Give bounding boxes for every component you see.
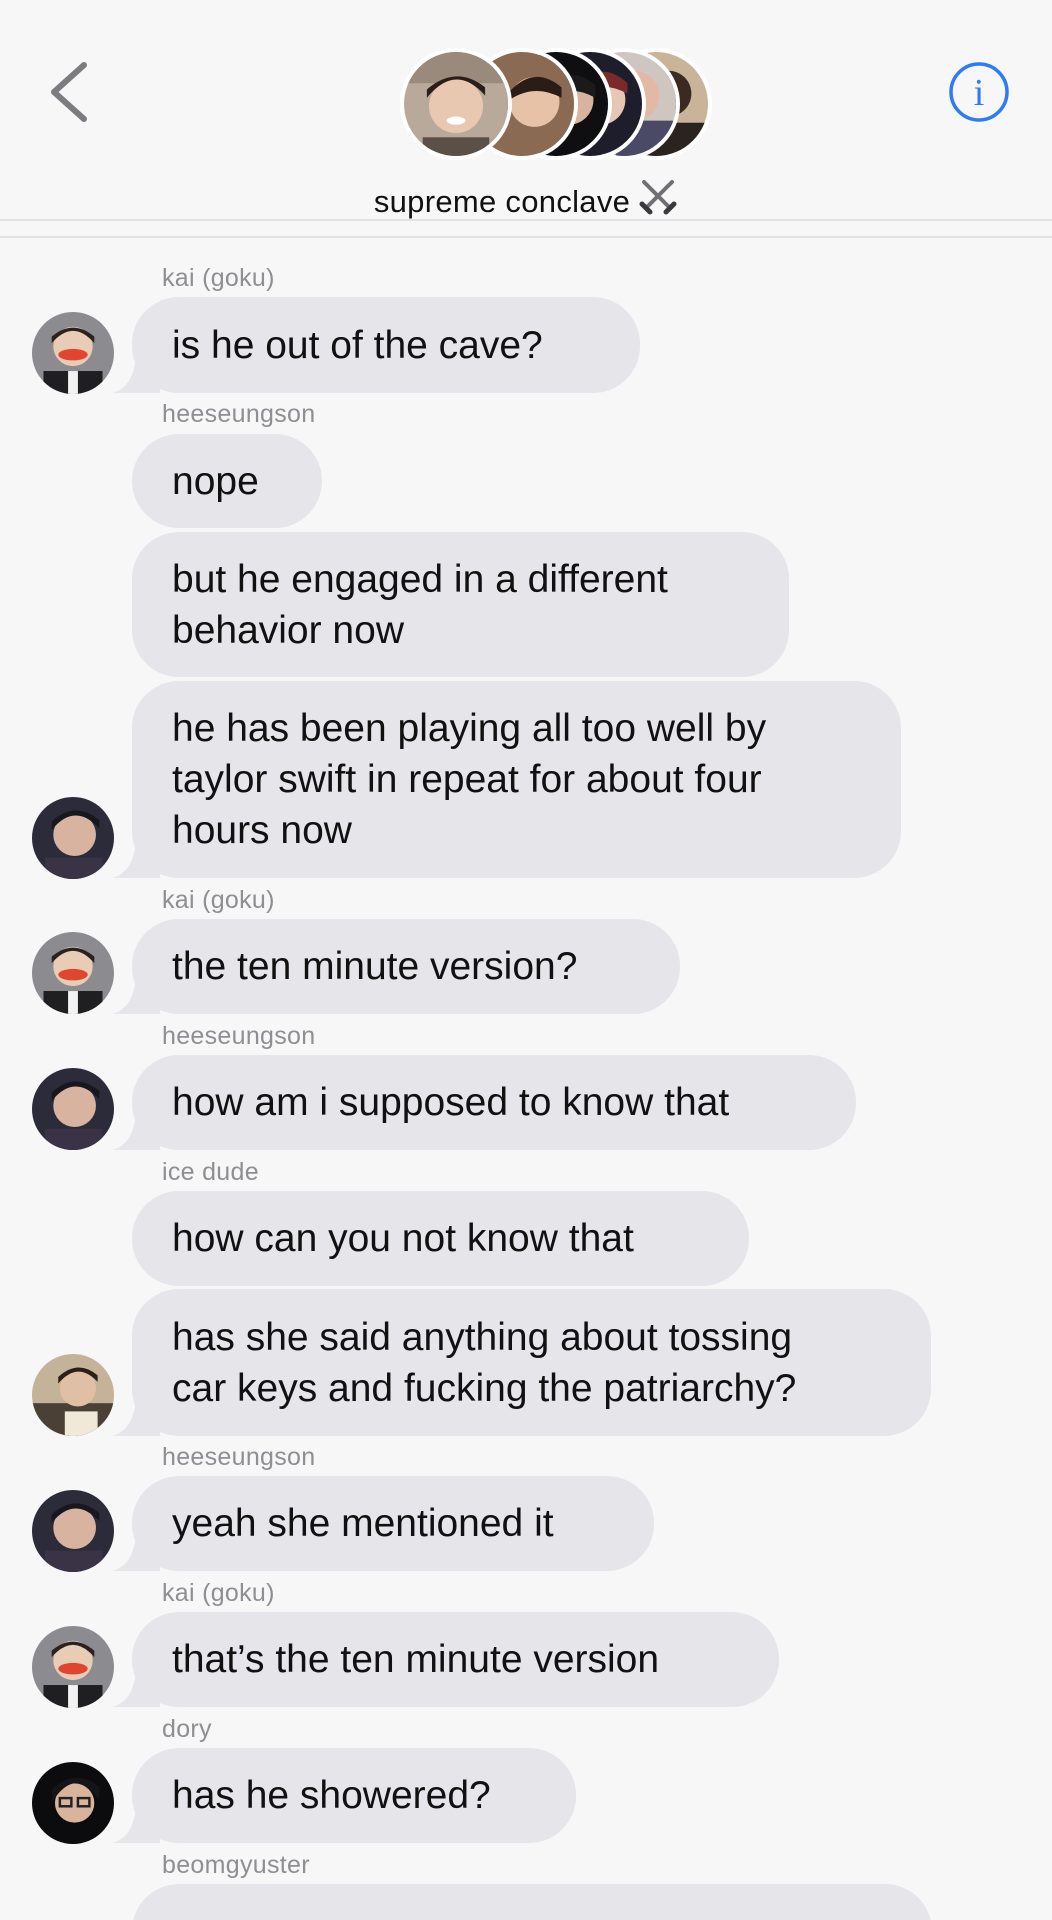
message-line: car keys and fucking the patriarchy? [172, 1366, 797, 1410]
avatar-image [32, 1068, 114, 1150]
sender-avatar[interactable] [32, 1490, 114, 1572]
bubble-tail [112, 1114, 160, 1150]
message-bubble[interactable]: nope [132, 434, 322, 528]
message-bubble[interactable]: has she said anything about tossing car … [112, 1289, 931, 1436]
sender-avatar[interactable] [32, 312, 114, 394]
sender-avatar[interactable] [32, 932, 114, 1014]
group-chat-screen: supreme conclave i kai (goku) is he out … [0, 0, 1052, 1920]
message-line: he has been playing all too well by [172, 707, 767, 750]
message-line: taylor swift in repeat for about four [172, 758, 762, 801]
avatar-image [32, 312, 114, 394]
avatar-image [32, 797, 114, 879]
avatar-image [32, 1490, 114, 1572]
message-line: has he showered? [172, 1774, 491, 1817]
message-bubble[interactable]: has he showered? [112, 1748, 576, 1843]
message-thread[interactable]: kai (goku) is he out of the cave? heeseu… [0, 0, 1052, 1920]
sender-name: heeseungson [162, 1443, 316, 1471]
avatar-image [32, 1354, 114, 1436]
sender-avatar[interactable] [32, 797, 114, 879]
sender-name: dory [162, 1715, 212, 1743]
message-line: has she said anything about tossing [172, 1315, 793, 1359]
message-line: behavior now [172, 608, 404, 652]
bubble-tail [112, 1400, 160, 1436]
message-line: the ten minute version? [172, 945, 578, 988]
message-bubble[interactable]: the ten minute version? [112, 919, 680, 1014]
message-bubble[interactable]: how am i supposed to know that [112, 1055, 856, 1150]
group-avatar-stack[interactable] [400, 48, 740, 164]
message-bubble[interactable]: how can you not know that [132, 1191, 749, 1286]
message-bubble[interactable] [132, 1884, 932, 1920]
message-line: that’s the ten minute version [172, 1638, 660, 1681]
bubble-tail [112, 357, 160, 393]
bubble-tail [112, 842, 160, 878]
sender-name: kai (goku) [162, 1579, 275, 1607]
message-line: is he out of the cave? [172, 323, 543, 367]
group-member-avatar [400, 48, 512, 160]
message-bubble[interactable]: that’s the ten minute version [112, 1612, 779, 1707]
sender-avatar[interactable] [32, 1068, 114, 1150]
sender-name: kai (goku) [162, 886, 275, 914]
bubble-tail [112, 978, 160, 1014]
message-bubble[interactable]: he has been playing all too well by tayl… [112, 681, 901, 878]
message-line: how can you not know that [172, 1217, 634, 1260]
avatar-image [32, 1762, 114, 1844]
sender-name: heeseungson [162, 400, 316, 428]
sender-avatar[interactable] [32, 1626, 114, 1708]
message-line: how am i supposed to know that [172, 1081, 730, 1124]
sender-name: heeseungson [162, 1022, 316, 1050]
bubble-tail [112, 1671, 160, 1707]
avatar-image [32, 1626, 114, 1708]
message-line: yeah she mentioned it [172, 1502, 554, 1545]
message-bubble[interactable]: yeah she mentioned it [112, 1476, 654, 1571]
sender-avatar[interactable] [32, 1762, 114, 1844]
bubble-tail [112, 1807, 160, 1843]
avatar-image [32, 932, 114, 1014]
message-bubble[interactable]: is he out of the cave? [112, 297, 640, 393]
sender-name: kai (goku) [162, 264, 275, 292]
message-line: hours now [172, 809, 352, 852]
message-bubble[interactable]: but he engaged in a different behavior n… [132, 532, 789, 677]
sender-avatar[interactable] [32, 1354, 114, 1436]
bubble-tail [112, 1535, 160, 1571]
sender-name: ice dude [162, 1158, 259, 1186]
sender-name: beomgyuster [162, 1851, 310, 1879]
message-line: but he engaged in a different [172, 557, 668, 601]
message-line: nope [172, 459, 259, 503]
